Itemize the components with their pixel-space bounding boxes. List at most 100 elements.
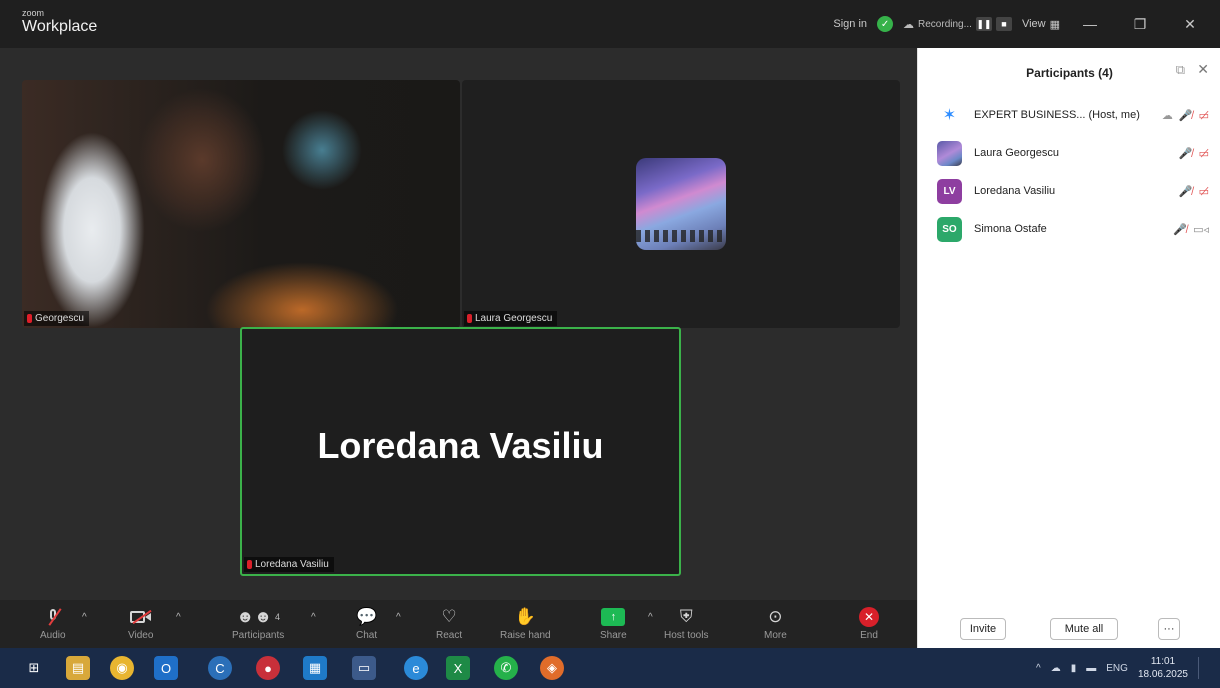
share-screen-icon: ↑ xyxy=(601,608,626,626)
browser-icon[interactable]: ◈ xyxy=(540,656,564,680)
participant-row[interactable]: Laura Georgescu 🎤̸ ▭̸ xyxy=(918,134,1220,172)
participants-panel: Participants (4) ⧉ ✕ ✶ EXPERT BUSINESS..… xyxy=(917,48,1220,648)
host-avatar: ✶ xyxy=(937,102,962,128)
edge-icon[interactable]: e xyxy=(404,656,428,680)
raise-hand-button[interactable]: ✋ Raise hand xyxy=(500,606,551,641)
zoom-taskbar-icon[interactable]: ▭ xyxy=(352,656,376,680)
participant-name: Loredana Vasiliu xyxy=(974,185,1056,197)
file-explorer-icon[interactable]: ▤ xyxy=(66,656,90,680)
panel-more-button[interactable]: ··· xyxy=(1158,618,1180,640)
audio-button[interactable]: Audio xyxy=(40,606,66,641)
panel-header: Participants (4) ⧉ ✕ xyxy=(918,48,1220,94)
video-tile-laura[interactable]: Laura Georgescu xyxy=(462,80,900,328)
share-options-chevron-icon[interactable]: ^ xyxy=(648,612,653,623)
app-red-icon[interactable]: ● xyxy=(256,656,280,680)
outlook-icon[interactable]: O xyxy=(154,656,178,680)
battery-icon[interactable]: ▮ xyxy=(1071,663,1077,674)
video-label: Video xyxy=(128,630,154,641)
brand-zoom: zoom xyxy=(22,8,45,18)
tile-nametag: Laura Georgescu xyxy=(464,311,558,326)
participants-label: Participants xyxy=(232,630,285,641)
shield-icon: ⛨ xyxy=(679,607,693,626)
participants-count: 4 xyxy=(275,612,281,622)
chat-button[interactable]: 💬 Chat xyxy=(356,606,377,641)
more-button[interactable]: ⊙ More xyxy=(764,606,787,641)
volume-icon[interactable]: ▬ xyxy=(1086,663,1096,674)
tile-name: Loredana Vasiliu xyxy=(255,559,329,570)
title-bar: zoom Workplace Sign in ✓ ☁ Recording... … xyxy=(0,0,1220,48)
audio-label: Audio xyxy=(40,630,66,641)
panel-footer: Invite Mute all ··· xyxy=(918,618,1220,648)
more-label: More xyxy=(764,630,787,641)
whatsapp-icon[interactable]: ✆ xyxy=(494,656,518,680)
mic-muted-icon[interactable]: 🎤̸ xyxy=(1179,109,1193,122)
security-shield-icon[interactable]: ✓ xyxy=(877,16,894,32)
camera-off-icon[interactable]: ▭̸ xyxy=(1199,147,1209,160)
video-options-chevron-icon[interactable]: ^ xyxy=(176,612,181,623)
cloud-recording-icon: ☁ xyxy=(1161,109,1173,122)
more-dots-icon: ⊙ xyxy=(768,607,783,626)
muted-mic-icon xyxy=(27,314,32,323)
participant-display-name: Loredana Vasiliu xyxy=(317,425,604,466)
video-button[interactable]: Video xyxy=(128,606,153,641)
show-desktop-button[interactable] xyxy=(1198,657,1212,679)
participants-button[interactable]: ☻☻ 4 Participants xyxy=(232,606,284,641)
participant-row[interactable]: LV Loredana Vasiliu 🎤̸ ▭̸ xyxy=(918,172,1220,210)
panel-title: Participants (4) xyxy=(1026,66,1113,80)
end-label: End xyxy=(860,630,878,641)
restore-button[interactable]: ❐ xyxy=(1120,16,1160,33)
react-button[interactable]: ♡ React xyxy=(436,606,462,641)
end-x-icon: ✕ xyxy=(859,607,879,627)
camera-off-icon[interactable]: ▭̸ xyxy=(1199,185,1209,198)
participant-avatar xyxy=(937,140,962,166)
pop-out-icon[interactable]: ⧉ xyxy=(1176,62,1185,78)
clock-date: 18.06.2025 xyxy=(1137,669,1188,680)
system-tray: ^ ☁ ▮ ▬ ENG 11:01 18.06.2025 xyxy=(1036,648,1212,688)
copilot-icon[interactable]: C xyxy=(208,656,232,680)
video-tile-active-speaker[interactable]: Loredana Vasiliu Loredana Vasiliu xyxy=(240,327,681,576)
host-tools-button[interactable]: ⛨ Host tools xyxy=(664,606,708,641)
camera-icon[interactable]: ▭◃ xyxy=(1193,223,1209,236)
participant-row[interactable]: ✶ EXPERT BUSINESS... (Host, me) ☁ 🎤̸ ▭̸ xyxy=(918,96,1220,134)
excel-icon[interactable]: X xyxy=(446,656,470,680)
end-button[interactable]: ✕ End xyxy=(859,606,879,641)
participant-name: EXPERT BUSINESS... (Host, me) xyxy=(974,109,1140,121)
clock[interactable]: 11:01 18.06.2025 xyxy=(1138,655,1188,681)
sign-in-link[interactable]: Sign in xyxy=(833,18,867,30)
windows-start-icon[interactable]: ⊞ xyxy=(22,656,46,680)
heart-icon: ♡ xyxy=(441,607,457,626)
chat-label: Chat xyxy=(356,630,378,641)
video-stage: Georgescu Laura Georgescu Loredana Vasil… xyxy=(0,48,917,648)
onedrive-icon[interactable]: ☁ xyxy=(1051,663,1061,674)
host-tools-label: Host tools xyxy=(664,630,709,641)
mute-all-button[interactable]: Mute all xyxy=(1050,618,1118,640)
participant-row[interactable]: SO Simona Ostafe 🎤̸ ▭◃ xyxy=(918,210,1220,248)
tile-name: Georgescu xyxy=(35,313,84,324)
mic-muted-icon[interactable]: 🎤̸ xyxy=(1179,185,1193,198)
pause-recording-button[interactable]: ❚❚ xyxy=(975,17,992,31)
audio-options-chevron-icon[interactable]: ^ xyxy=(82,612,87,623)
invite-button[interactable]: Invite xyxy=(960,618,1006,640)
chrome-icon[interactable]: ◉ xyxy=(110,656,134,680)
stop-recording-button[interactable]: ■ xyxy=(995,17,1012,31)
mic-muted-icon[interactable]: 🎤̸ xyxy=(1173,223,1187,236)
app-brand: zoom Workplace xyxy=(22,9,97,35)
minimize-button[interactable]: — xyxy=(1070,16,1110,32)
language-indicator[interactable]: ENG xyxy=(1106,663,1128,674)
brand-workplace: Workplace xyxy=(22,18,98,35)
tile-nametag: Georgescu xyxy=(24,311,89,326)
camera-off-icon[interactable]: ▭̸ xyxy=(1199,109,1209,122)
close-panel-icon[interactable]: ✕ xyxy=(1197,61,1209,78)
store-icon[interactable]: ▦ xyxy=(303,656,327,680)
view-button[interactable]: View ▦ xyxy=(1022,18,1060,31)
participants-options-chevron-icon[interactable]: ^ xyxy=(311,612,316,623)
show-hidden-icons-chevron-icon[interactable]: ^ xyxy=(1036,663,1041,674)
muted-mic-icon xyxy=(247,560,252,569)
muted-mic-icon xyxy=(467,314,472,323)
video-tile-camera[interactable]: Georgescu xyxy=(22,80,460,328)
close-button[interactable]: ✕ xyxy=(1170,16,1210,33)
view-label: View xyxy=(1021,18,1046,30)
chat-options-chevron-icon[interactable]: ^ xyxy=(396,612,401,623)
share-button[interactable]: ↑ Share xyxy=(600,606,627,641)
mic-muted-icon[interactable]: 🎤̸ xyxy=(1179,147,1193,160)
